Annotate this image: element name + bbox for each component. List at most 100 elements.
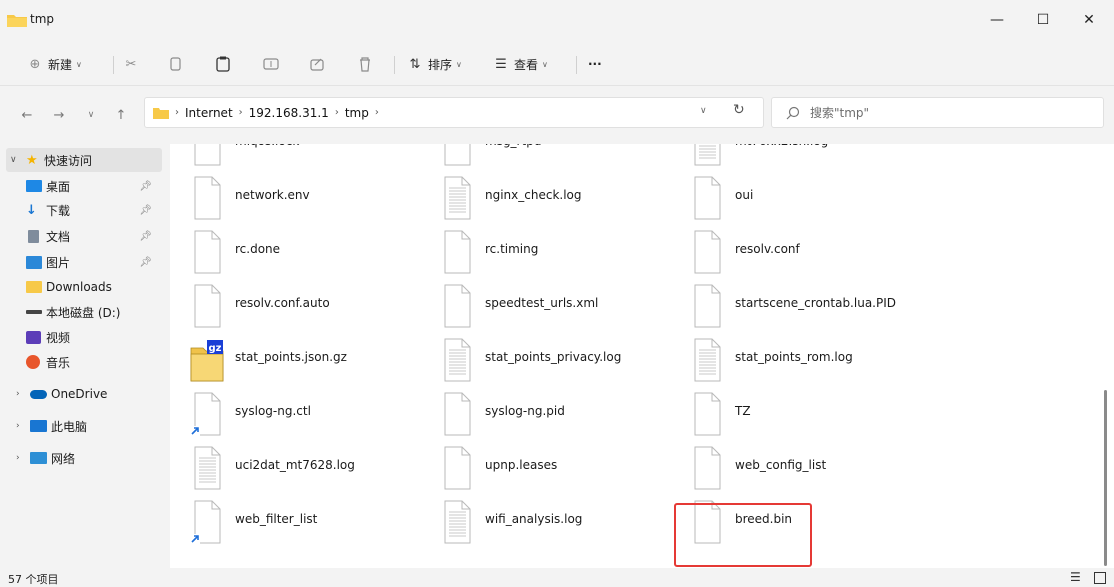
view-button[interactable]: ☰ 查看 ∨ [492, 54, 548, 74]
file-item[interactable]: resolv.conf.auto [190, 282, 430, 330]
sidebar-item-desktop[interactable]: 桌面 📌︎ [0, 174, 162, 198]
file-item[interactable]: syslog-ng.pid [440, 390, 680, 438]
text-file-icon [444, 176, 471, 220]
maximize-button[interactable]: ☐ [1020, 0, 1066, 40]
sidebar-item-music[interactable]: 音乐 [0, 350, 162, 374]
sidebar-item-pictures[interactable]: 图片 📌︎ [0, 250, 162, 274]
file-item[interactable]: stat_points_privacy.log [440, 336, 680, 384]
file-name: syslog-ng.pid [485, 404, 565, 418]
refresh-icon[interactable]: ↻ [733, 102, 745, 118]
copy-button[interactable] [166, 54, 184, 74]
sort-button[interactable]: ⇅ 排序 ∨ [406, 54, 462, 74]
file-item[interactable]: mt76xx2.sh.log [690, 144, 930, 168]
file-item[interactable]: gz stat_points.json.gz [190, 336, 430, 384]
more-button[interactable]: ··· [588, 54, 602, 74]
sidebar-item-videos[interactable]: 视频 [0, 325, 162, 349]
file-item[interactable]: upnp.leases [440, 444, 680, 492]
file-name: uci2dat_mt7628.log [235, 458, 355, 472]
forward-arrow-icon[interactable]: → [50, 106, 68, 124]
shortcut-file-icon [190, 500, 221, 544]
recent-locations-chevron-icon[interactable]: ∨ [82, 106, 100, 124]
breadcrumb-ip[interactable]: 192.168.31.1 [249, 106, 329, 120]
file-icon [444, 144, 471, 166]
computer-icon [30, 420, 47, 432]
delete-button[interactable] [356, 54, 374, 74]
paste-button[interactable] [214, 54, 232, 74]
file-item[interactable]: TZ [690, 390, 930, 438]
search-input[interactable]: 搜索"tmp" [771, 97, 1104, 128]
share-button[interactable] [308, 54, 326, 74]
pin-icon[interactable]: 📌︎ [139, 181, 152, 192]
breadcrumb-internet[interactable]: Internet [185, 106, 233, 120]
file-name: startscene_crontab.lua.PID [735, 296, 896, 310]
file-name: resolv.conf [735, 242, 800, 256]
file-item[interactable]: wifi_analysis.log [440, 498, 680, 546]
file-item[interactable]: syslog-ng.ctl [190, 390, 430, 438]
back-arrow-icon[interactable]: ← [18, 106, 36, 124]
sidebar-item-this-pc[interactable]: › 此电脑 [0, 414, 162, 438]
folder-icon [26, 281, 42, 293]
sidebar-item-quick-access[interactable]: ∨ ★ 快速访问 [6, 148, 162, 172]
file-item[interactable]: uci2dat_mt7628.log [190, 444, 430, 492]
file-item[interactable]: speedtest_urls.xml [440, 282, 680, 330]
close-button[interactable]: ✕ [1066, 0, 1112, 40]
divider [576, 56, 577, 74]
pin-icon[interactable]: 📌︎ [139, 231, 152, 242]
star-icon: ★ [26, 152, 38, 168]
folder-icon [153, 107, 169, 119]
file-name: mt76xx2.sh.log [735, 144, 828, 148]
tiles-view-icon[interactable] [1094, 572, 1106, 584]
file-item[interactable]: miqos.lock [190, 144, 430, 168]
text-file-icon [694, 144, 721, 166]
address-bar[interactable]: › Internet › 192.168.31.1 › tmp › [144, 97, 764, 128]
sidebar-item-local-disk[interactable]: 本地磁盘 (D:) [0, 300, 162, 324]
sidebar-item-onedrive[interactable]: › OneDrive [0, 382, 162, 406]
file-icon [444, 230, 471, 274]
pin-icon[interactable]: 📌︎ [139, 205, 152, 216]
file-item[interactable]: msg_rtpd [440, 144, 680, 168]
file-name: rc.done [235, 242, 281, 256]
breadcrumb-tmp[interactable]: tmp [345, 106, 369, 120]
chevron-down-icon: ∨ [76, 59, 82, 69]
sidebar-item-documents[interactable]: 文档 📌︎ [0, 224, 162, 248]
file-item[interactable]: nginx_check.log [440, 174, 680, 222]
chevron-right-icon[interactable]: › [16, 421, 20, 431]
file-name: upnp.leases [485, 458, 558, 472]
sidebar-item-download[interactable]: ↓ 下载 📌︎ [0, 198, 162, 222]
rename-button[interactable] [262, 54, 280, 74]
up-arrow-icon[interactable]: ↑ [112, 106, 130, 124]
file-item[interactable]: web_filter_list [190, 498, 430, 546]
navigation-pane: ∨ ★ 快速访问 桌面 📌︎ ↓ 下载 📌︎ 文档 📌︎ 图片 📌︎ Downl… [0, 144, 170, 568]
chevron-right-icon[interactable]: › [16, 389, 20, 399]
sidebar-item-downloads-folder[interactable]: Downloads [0, 275, 162, 299]
file-name: speedtest_urls.xml [485, 296, 599, 310]
address-dropdown-icon[interactable]: ∨ [700, 106, 707, 116]
sidebar-item-label: Downloads [46, 280, 112, 294]
file-item[interactable]: rc.done [190, 228, 430, 276]
file-name: resolv.conf.auto [235, 296, 330, 310]
picture-icon [26, 255, 42, 269]
scrollbar-thumb[interactable] [1104, 390, 1107, 566]
cut-button[interactable]: ✂ [122, 54, 140, 74]
file-name: nginx_check.log [485, 188, 582, 202]
divider [113, 56, 114, 74]
file-item[interactable]: startscene_crontab.lua.PID [690, 282, 930, 330]
chevron-right-icon[interactable]: › [16, 453, 20, 463]
details-view-icon[interactable]: ☰ [1070, 570, 1081, 584]
minimize-button[interactable]: — [974, 0, 1020, 40]
chevron-down-icon[interactable]: ∨ [10, 155, 17, 165]
new-label: 新建 [48, 57, 73, 72]
pin-icon[interactable]: 📌︎ [139, 257, 152, 268]
archive-icon: gz [190, 340, 224, 382]
sidebar-item-network[interactable]: › 网络 [0, 446, 162, 470]
sidebar-item-label: 下载 [46, 203, 71, 218]
file-item[interactable]: oui [690, 174, 930, 222]
file-icon [444, 446, 471, 490]
file-item[interactable]: stat_points_rom.log [690, 336, 930, 384]
file-item[interactable]: resolv.conf [690, 228, 930, 276]
file-item[interactable]: rc.timing [440, 228, 680, 276]
file-item[interactable]: web_config_list [690, 444, 930, 492]
new-button[interactable]: ⊕ 新建 ∨ [26, 54, 82, 74]
file-item[interactable]: network.env [190, 174, 430, 222]
file-icon [194, 284, 221, 328]
